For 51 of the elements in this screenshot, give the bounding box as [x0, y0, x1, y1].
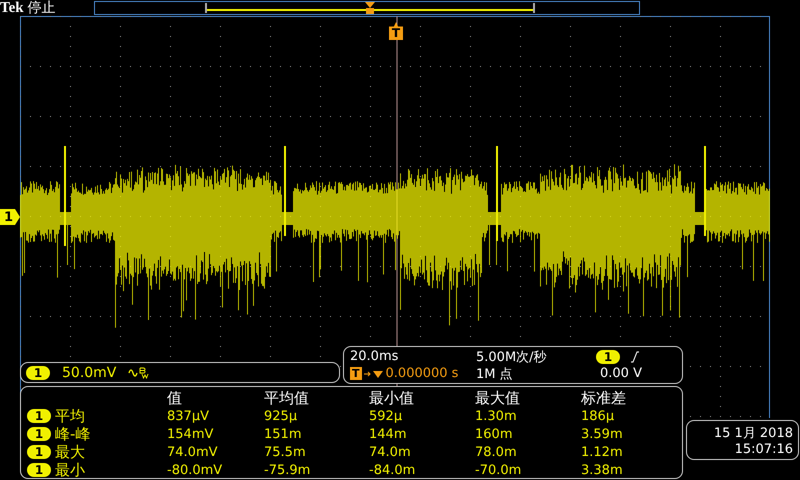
- measurement-value: 1.12m: [581, 444, 624, 460]
- trigger-badge: T: [350, 367, 362, 380]
- channel-badge: 1: [27, 409, 51, 423]
- channel-marker[interactable]: 1: [0, 209, 20, 225]
- measurement-value: 1.30m: [475, 408, 518, 424]
- measurement-value: 3.59m: [581, 426, 624, 442]
- measurement-value: 154mV: [167, 426, 214, 442]
- brand-logo: Tek: [0, 0, 24, 16]
- measurement-value: 74.0m: [369, 444, 412, 460]
- channel-badge: 1: [26, 366, 50, 380]
- record-window-icon: [204, 2, 535, 14]
- measurement-value: 186µ: [581, 408, 616, 424]
- measurement-name: 峰-峰: [55, 424, 90, 444]
- measurement-value: 75.5m: [264, 444, 307, 460]
- rising-edge-icon: [630, 350, 640, 362]
- trigger-position: 0.000000 s: [386, 366, 458, 381]
- measurement-value: 3.38m: [581, 462, 624, 478]
- channel-badge: 1: [27, 445, 51, 459]
- column-header: 平均值: [264, 388, 310, 408]
- measurement-value: 74.0mV: [167, 444, 219, 460]
- time-per-div: 20.0ms: [350, 349, 400, 364]
- trigger-position-marker[interactable]: T: [389, 22, 403, 40]
- measurement-value: -75.9m: [264, 462, 312, 478]
- measurement-value: -80.0mV: [167, 462, 224, 478]
- record-length: 1M 点: [476, 366, 514, 382]
- time-text: 15:07:16: [734, 442, 793, 456]
- column-header: 标准差: [581, 388, 627, 408]
- channel-badge: 1: [27, 463, 51, 477]
- column-header: 最大值: [475, 388, 521, 408]
- date-text: 15 1月 2018: [714, 424, 793, 442]
- column-header: 值: [167, 388, 183, 408]
- measurement-value: -84.0m: [369, 462, 416, 478]
- measurement-value: 160m: [475, 426, 514, 442]
- volts-per-div: 50.0mV: [62, 364, 116, 380]
- measurement-name: 最大: [55, 442, 85, 462]
- measurement-value: 592µ: [369, 408, 404, 424]
- measurement-value: 837µV: [167, 408, 210, 424]
- measurement-value: -70.0m: [475, 462, 522, 478]
- measurement-value: 925µ: [264, 408, 298, 424]
- sample-rate: 5.00M次/秒: [476, 348, 548, 366]
- trigger-level: 0.00 V: [599, 366, 643, 381]
- measurement-value: 151m: [264, 426, 302, 442]
- trigger-source-badge: 1: [596, 350, 620, 364]
- measurement-name: 平均: [55, 406, 85, 426]
- arrow-down-icon: [364, 368, 384, 378]
- measurement-value: 144m: [369, 426, 408, 442]
- measurement-name: 最小: [55, 460, 85, 480]
- measurement-value: 78.0m: [475, 444, 518, 460]
- acquisition-state: 停止: [28, 0, 56, 16]
- channel-badge: 1: [27, 427, 51, 441]
- column-header: 最小值: [369, 388, 415, 408]
